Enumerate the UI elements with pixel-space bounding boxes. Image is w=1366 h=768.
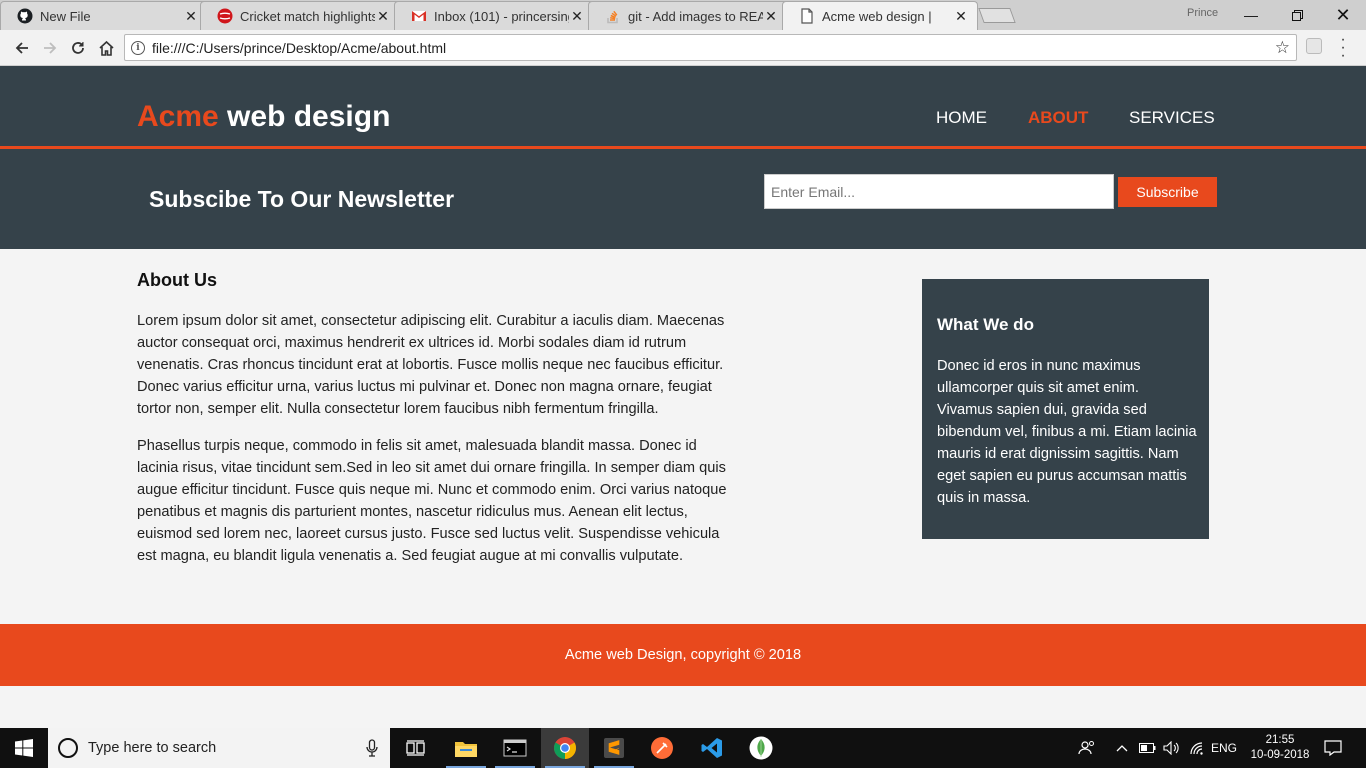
forward-arrow-icon[interactable] [38,36,62,60]
sidebar-title: What We do [937,315,1034,334]
nav-home[interactable]: HOME [936,108,987,128]
windows-taskbar: Type here to search ENG 21:55 10-09-2018 [0,728,1366,768]
taskbar-clock[interactable]: 21:55 10-09-2018 [1245,733,1315,763]
address-bar[interactable]: i file:///C:/Users/prince/Desktop/Acme/a… [124,34,1297,61]
site-footer: Acme web Design, copyright © 2018 [0,624,1366,686]
tab-title: Cricket match highlights [240,8,375,24]
mongodb-icon[interactable] [737,728,785,768]
close-icon[interactable]: ✕ [763,8,779,25]
page-icon [799,8,815,24]
close-icon[interactable]: ✕ [953,8,969,25]
site-brand[interactable]: Acme web design [137,100,390,134]
newsletter-title: Subscibe To Our Newsletter [149,186,455,212]
main-content: About Us Lorem ipsum dolor sit amet, con… [0,249,1366,624]
newsletter-section: Subscibe To Our Newsletter Subscribe [0,149,1366,249]
browser-toolbar: i file:///C:/Users/prince/Desktop/Acme/a… [0,30,1366,66]
people-icon[interactable] [1074,728,1100,768]
cricket-icon [217,8,233,24]
page-background [0,686,1366,728]
bookmark-star-icon[interactable]: ☆ [1275,38,1290,58]
brand-rest: web design [218,100,391,133]
gmail-icon [411,8,427,24]
about-paragraph: Phasellus turpis neque, commodo in felis… [137,438,727,564]
about-paragraph: Lorem ipsum dolor sit amet, consectetur … [137,313,725,417]
menu-dots-icon[interactable]: · · · [1336,32,1350,64]
brand-highlight: Acme [137,100,219,133]
browser-tab-strip: New File ✕ Cricket match highlights ✕ In… [0,0,1366,30]
sidebar-what-we-do: What We do Donec id eros in nunc maximus… [922,279,1209,539]
sublime-text-icon[interactable] [590,728,638,768]
new-tab-button[interactable] [978,8,1016,23]
cortana-icon[interactable] [58,738,78,758]
about-title: About Us [137,270,217,290]
sidebar-text: Donec id eros in nunc maximus ullamcorpe… [937,358,1197,506]
nav-services[interactable]: SERVICES [1129,108,1215,128]
newsletter-email-input[interactable] [764,174,1114,209]
show-hidden-icons-icon[interactable] [1112,728,1132,768]
nav-about[interactable]: ABOUT [1028,108,1088,128]
info-icon[interactable]: i [131,40,145,55]
clock-date: 10-09-2018 [1250,749,1310,761]
browser-tab-acme-active[interactable]: Acme web design | ✕ [782,1,978,30]
minimize-icon[interactable]: — [1228,0,1274,30]
tab-title: git - Add images to READ [628,8,763,24]
vscode-icon[interactable] [688,728,736,768]
task-view-icon[interactable] [392,728,440,768]
file-explorer-icon[interactable] [442,728,490,768]
notifications-icon[interactable] [1320,728,1346,768]
taskbar-search-placeholder: Type here to search [88,740,217,756]
chrome-icon[interactable] [541,728,589,768]
wifi-icon[interactable] [1186,728,1208,768]
microphone-icon[interactable] [366,739,378,757]
site-header: Acme web design HOME ABOUT SERVICES [0,66,1366,146]
address-url: file:///C:/Users/prince/Desktop/Acme/abo… [152,39,447,56]
github-icon [17,8,33,24]
profile-name[interactable]: Prince [1187,7,1218,19]
restore-icon[interactable] [1274,0,1320,30]
browser-tab-cricket[interactable]: Cricket match highlights ✕ [200,1,400,30]
extension-icon[interactable] [1306,38,1322,54]
clock-time: 21:55 [1265,734,1295,746]
input-language[interactable]: ENG [1208,728,1240,768]
volume-icon[interactable] [1160,728,1182,768]
terminal-icon[interactable] [491,728,539,768]
copyright-text: Acme web Design, copyright © 2018 [564,647,802,663]
subscribe-button[interactable]: Subscribe [1118,177,1217,207]
battery-icon[interactable] [1136,728,1158,768]
back-arrow-icon[interactable] [10,36,34,60]
browser-tab-stackoverflow[interactable]: git - Add images to READ ✕ [588,1,788,30]
home-icon[interactable] [94,36,118,60]
browser-tab-gmail[interactable]: Inbox (101) - princersing ✕ [394,1,594,30]
taskbar-search-box[interactable]: Type here to search [48,728,390,768]
reload-icon[interactable] [66,36,90,60]
close-icon[interactable]: ✕ [183,8,199,25]
close-icon[interactable]: ✕ [569,8,585,25]
windows-start-icon[interactable] [0,728,48,768]
browser-tab-new-file[interactable]: New File ✕ [0,1,208,30]
tab-title: Inbox (101) - princersing [434,8,569,24]
tab-title: Acme web design | [822,8,932,24]
tab-title: New File [40,8,91,24]
close-icon[interactable]: ✕ [375,8,391,25]
postman-icon[interactable] [638,728,686,768]
close-window-icon[interactable]: ✕ [1320,0,1366,30]
stackoverflow-icon [605,8,621,24]
